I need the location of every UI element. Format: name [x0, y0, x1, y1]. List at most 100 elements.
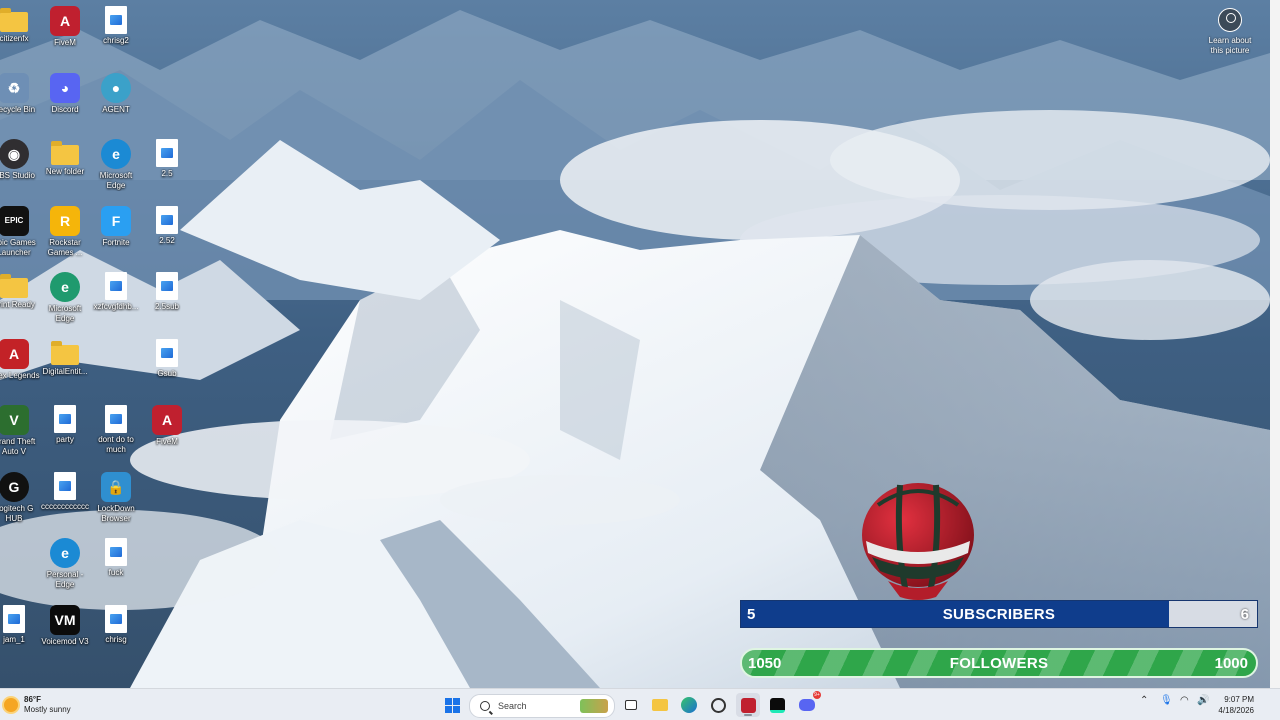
logitech-icon: G	[0, 471, 29, 502]
weather-widget[interactable]: 86°F Mostly sunny	[4, 695, 71, 715]
subscriber-goal-bar: 5 SUBSCRIBERS 6	[740, 600, 1258, 628]
desktop-icon-label: LockDown Browser	[97, 503, 135, 523]
desktop-icon-label: Grand Theft Auto V	[0, 437, 36, 456]
microphone-icon[interactable]: 🎙	[1160, 695, 1173, 706]
discord-taskbar-button[interactable]: 9+	[795, 691, 821, 717]
sun-icon	[4, 698, 18, 712]
desktop-icon-label: Microsoft Edge	[99, 171, 133, 190]
file-explorer-button[interactable]	[648, 693, 672, 717]
desktop-icon-label: Logitech G HUB	[0, 503, 34, 523]
task-view-button[interactable]	[619, 693, 643, 717]
desktop-icon[interactable]: citizenfx	[0, 6, 40, 44]
desktop-icon[interactable]: ● AGENT	[90, 72, 142, 115]
folder-icon	[0, 274, 28, 298]
show-hidden-icons-chevron-icon[interactable]: ⌃	[1140, 695, 1148, 706]
desktop-icon-label: FiveM	[156, 437, 178, 446]
image-file-icon	[105, 405, 127, 433]
hot-air-balloon-graphic	[858, 483, 978, 603]
search-highlight-icon	[580, 699, 608, 713]
desktop-icon[interactable]: xzfcvgfdhb...	[90, 272, 142, 312]
follower-label: FOLLOWERS	[949, 654, 1049, 672]
epic-games-icon: EPIC	[0, 205, 29, 236]
discord-icon	[799, 699, 815, 711]
image-file-icon	[54, 471, 76, 500]
wifi-icon[interactable]: ◠	[1180, 695, 1189, 706]
clock[interactable]: 9:07 PM 4/18/2026	[1218, 694, 1254, 716]
desktop-icon[interactable]: EPICEpic Games Launcher	[0, 205, 40, 258]
desktop-icon-label: DigitalEntit...	[42, 366, 88, 376]
desktop-icon[interactable]: ◕ Discord	[39, 72, 91, 115]
desktop-icon[interactable]: ♻Recycle Bin	[0, 72, 40, 115]
desktop-icon-label: Fortnite	[102, 237, 130, 247]
desktop-icon-label: 2.5sub	[154, 302, 180, 311]
desktop-icon[interactable]: 2.52	[141, 205, 193, 246]
start-button[interactable]	[440, 693, 464, 717]
obs-taskbar-button[interactable]	[706, 693, 730, 717]
desktop-icon[interactable]: party	[39, 405, 91, 445]
running-indicator	[744, 714, 752, 716]
follower-goal-bar: 1050 FOLLOWERS 1000	[740, 648, 1258, 678]
lockdown-browser-icon: 🔒	[101, 471, 131, 502]
desktop-icon[interactable]: e Personal - Edge	[39, 538, 91, 590]
desktop-icon[interactable]: F Fortnite	[90, 205, 142, 248]
learn-about-picture-button[interactable]: Learn about this picture	[1204, 8, 1256, 56]
desktop-icon[interactable]: 2.5	[141, 139, 193, 179]
fivem-icon: A	[152, 405, 182, 435]
folder-icon	[51, 141, 79, 165]
image-file-icon	[156, 139, 178, 167]
desktop-icon[interactable]: Gsub	[141, 338, 193, 379]
fivem-icon	[740, 697, 756, 713]
fivem-taskbar-button[interactable]	[736, 693, 760, 717]
desktop-icon[interactable]: AApex Legends	[0, 338, 40, 381]
edge-icon: e	[50, 272, 80, 302]
taskbar-search-box[interactable]: Search	[469, 694, 615, 718]
desktop-icon-label: chrisg	[105, 634, 127, 644]
discord-icon: ◕	[50, 72, 80, 103]
desktop-icon-label: Voicemod V3	[41, 636, 89, 646]
desktop-icon[interactable]: DigitalEntit...	[39, 339, 91, 377]
desktop-icon[interactable]: chrisg2	[90, 6, 142, 46]
desktop-icon[interactable]: R Rockstar Games ...	[39, 205, 91, 258]
desktop-icon[interactable]: A FiveM	[39, 6, 91, 48]
subscriber-goal: 6	[1240, 605, 1249, 623]
desktop-icon[interactable]: jam_1	[0, 604, 40, 645]
desktop-icon[interactable]: dont do to much	[90, 405, 142, 455]
desktop-icon[interactable]: GLogitech G HUB	[0, 471, 40, 524]
rockstar-icon: R	[50, 205, 80, 236]
desktop-icon-label: Personal - Edge	[46, 570, 84, 589]
desktop-icon[interactable]: chrisg	[90, 604, 142, 645]
desktop-icon[interactable]: VM Voicemod V3	[39, 604, 91, 647]
subscriber-label: SUBSCRIBERS	[942, 605, 1056, 623]
desktop-icon[interactable]: e Microsoft Edge	[39, 272, 91, 324]
desktop-icon-label: dont do to much	[98, 435, 134, 454]
desktop-icon[interactable]: Print Ready	[0, 272, 40, 310]
folder-icon	[0, 8, 28, 32]
desktop-icon[interactable]: e Microsoft Edge	[90, 139, 142, 191]
desktop-icon-label: New folder	[45, 167, 85, 176]
desktop-icon[interactable]: 🔒 LockDown Browser	[90, 471, 142, 524]
image-file-icon	[3, 604, 25, 633]
desktop-icon[interactable]: 2.5sub	[141, 272, 193, 312]
voicemod-icon	[769, 697, 785, 713]
image-file-icon	[105, 6, 127, 34]
file-explorer-icon	[652, 699, 668, 711]
desktop-icon[interactable]: A FiveM	[141, 405, 193, 447]
desktop-icon[interactable]: cccccccccccc	[39, 471, 91, 512]
folder-icon	[51, 340, 79, 365]
search-label: Search	[498, 701, 527, 711]
voicemod-taskbar-button[interactable]	[765, 693, 789, 717]
image-file-icon	[156, 205, 178, 234]
desktop-icon-label: Gsub	[157, 368, 177, 378]
desktop-icon[interactable]: V Grand Theft Auto V	[0, 405, 40, 457]
taskbar: 86°F Mostly sunny Search 9+ ⌃ 🎙 ◠ 🔊 9:07…	[0, 688, 1280, 720]
volume-icon[interactable]: 🔊	[1197, 695, 1209, 706]
desktop-icon-label: AGENT	[102, 104, 130, 114]
weather-temperature: 86°F	[24, 695, 41, 704]
task-view-icon	[625, 700, 637, 710]
edge-taskbar-button[interactable]	[677, 693, 701, 717]
voicemod-icon: VM	[50, 604, 80, 635]
desktop-icon[interactable]: fuck	[90, 538, 142, 578]
desktop-icon-label: 2.5	[161, 169, 173, 178]
desktop-icon[interactable]: New folder	[39, 139, 91, 177]
desktop-icon[interactable]: ◉ OBS Studio	[0, 139, 40, 181]
